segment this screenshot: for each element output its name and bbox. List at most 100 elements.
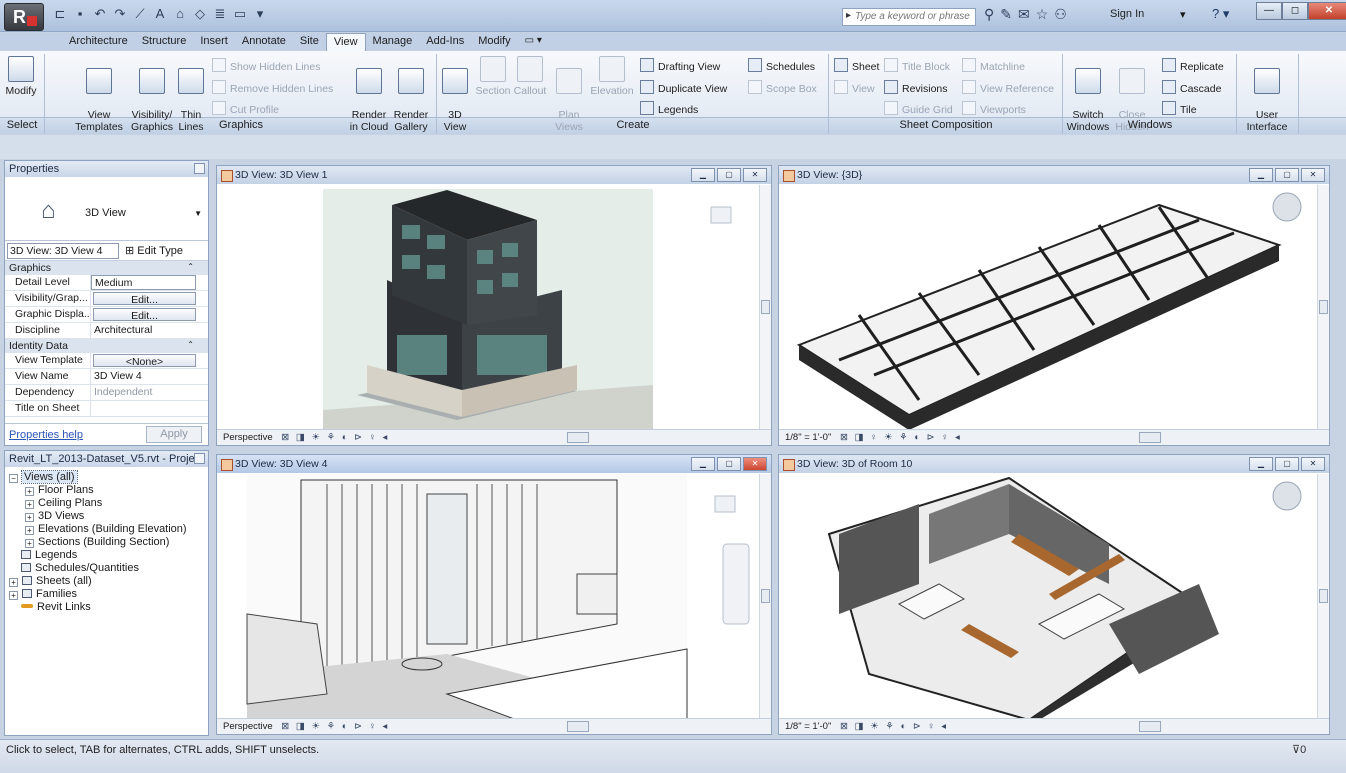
close-hidden-icon[interactable]: ▭	[232, 6, 248, 22]
duplicate-view-button[interactable]: Duplicate View	[640, 80, 727, 95]
3d-icon[interactable]: ⌂	[172, 6, 188, 22]
view-scale[interactable]: Perspective	[223, 721, 273, 732]
save-icon[interactable]: ▪	[72, 6, 88, 22]
vertical-scrollbar[interactable]	[759, 474, 771, 718]
tab-add-ins[interactable]: Add-Ins	[419, 33, 471, 51]
view-scale[interactable]: 1/8" = 1'-0"	[785, 432, 831, 443]
close-icon[interactable]: ✕	[743, 168, 767, 182]
tab-modify[interactable]: Modify	[471, 33, 517, 51]
graphics-panel-label[interactable]: Graphics	[46, 119, 436, 131]
elevation-button[interactable]: Elevation	[590, 56, 634, 97]
scroll-thumb[interactable]	[761, 300, 770, 314]
binoculars-icon[interactable]: ⚲	[984, 6, 994, 23]
cascade-button[interactable]: Cascade	[1162, 80, 1221, 95]
restore-icon[interactable]: ▢	[717, 457, 741, 471]
tab-insert[interactable]: Insert	[193, 33, 235, 51]
expand-icon[interactable]: +	[9, 591, 18, 600]
collapse-icon[interactable]: −	[9, 474, 18, 483]
view-canvas[interactable]	[779, 185, 1317, 429]
dock-close-icon[interactable]	[194, 453, 205, 464]
view-reference-button[interactable]: View Reference	[962, 80, 1054, 95]
search-input[interactable]: Type a keyword or phrase	[842, 8, 976, 26]
open-icon[interactable]: ⊏	[52, 6, 68, 22]
view-canvas[interactable]	[779, 474, 1317, 718]
view-control-icons[interactable]: ⊠ ◨ ☀ ⚘ ◐ ⊳ ♀ ◂	[281, 432, 389, 443]
tree-item-revit-links[interactable]: Revit Links	[9, 601, 208, 614]
matchline-button[interactable]: Matchline	[962, 58, 1025, 73]
restore-icon[interactable]: ▢	[1275, 168, 1299, 182]
measure-icon[interactable]: ⟋	[132, 6, 148, 22]
drafting-view-button[interactable]: Drafting View	[640, 58, 720, 73]
tree-item-3d-views[interactable]: +3D Views	[9, 510, 208, 523]
view-titlebar[interactable]: 3D View: 3D View 1 ▁ ▢ ✕	[217, 166, 771, 184]
tree-item-families[interactable]: + Families	[9, 588, 208, 601]
tab-architecture[interactable]: Architecture	[62, 33, 135, 51]
apply-button[interactable]: Apply	[146, 426, 202, 443]
guide-grid-button[interactable]: Guide Grid	[884, 101, 953, 116]
edit-type-button[interactable]: ⊞ Edit Type	[125, 244, 183, 257]
tree-item-elevations[interactable]: + Elevations (Building Elevation)	[9, 523, 208, 536]
tree-item-legends[interactable]: Legends	[9, 549, 208, 562]
tree-item-sheets[interactable]: + Sheets (all)	[9, 575, 208, 588]
sign-in-dropdown-icon[interactable]: ▾	[1180, 8, 1186, 21]
instance-selector[interactable]: 3D View: 3D View 4	[7, 243, 119, 259]
ribbon-options-icon[interactable]: ▭ ▾	[518, 33, 549, 51]
title-on-sheet-field[interactable]	[91, 401, 208, 416]
tree-item-floor-plans[interactable]: + Floor Plans	[9, 484, 208, 497]
minimize-icon[interactable]: ▁	[1249, 457, 1273, 471]
expand-icon[interactable]: +	[9, 578, 18, 587]
close-icon[interactable]: ✕	[1301, 457, 1325, 471]
scroll-thumb[interactable]	[1319, 589, 1328, 603]
view-window-3d[interactable]: 3D View: {3D} ▁ ▢ ✕ 1/8" = 1'-0" ⊠ ◨ ♀ ☀ ⚘…	[778, 165, 1330, 446]
vertical-scrollbar[interactable]	[759, 185, 771, 429]
tile-button[interactable]: Tile	[1162, 101, 1197, 116]
legends-button[interactable]: Legends	[640, 101, 698, 116]
tab-annotate[interactable]: Annotate	[235, 33, 293, 51]
close-icon[interactable]: ✕	[1301, 168, 1325, 182]
horizontal-scroll-thumb[interactable]	[1139, 721, 1161, 732]
scroll-thumb[interactable]	[761, 589, 770, 603]
minimize-icon[interactable]: ▁	[691, 457, 715, 471]
favorites-icon[interactable]: ☆	[1036, 6, 1049, 23]
thin-lines-icon[interactable]: ≣	[212, 6, 228, 22]
modify-button[interactable]: Modify	[2, 56, 40, 97]
minimize-icon[interactable]: ▁	[691, 168, 715, 182]
type-selector[interactable]: ⌂ 3D View ▼	[5, 177, 208, 241]
windows-panel-label[interactable]: Windows	[1064, 119, 1236, 131]
sheet-composition-panel-label[interactable]: Sheet Composition	[830, 119, 1062, 131]
remove-hidden-lines-button[interactable]: Remove Hidden Lines	[212, 80, 333, 95]
horizontal-scroll-thumb[interactable]	[567, 432, 589, 443]
view-control-icons[interactable]: ⊠ ◨ ☀ ⚘ ◐ ⊳ ♀ ◂	[281, 721, 389, 732]
group-header-graphics[interactable]: Graphics ⌃	[5, 261, 208, 275]
tree-item-schedules[interactable]: Schedules/Quantities	[9, 562, 208, 575]
view-name-field[interactable]: 3D View 4	[91, 369, 208, 384]
collapse-icon[interactable]: ⌃	[187, 340, 194, 349]
view-scale[interactable]: Perspective	[223, 432, 273, 443]
sheet-button[interactable]: Sheet	[834, 58, 879, 73]
collapse-icon[interactable]: ⌃	[187, 262, 194, 271]
view-scale[interactable]: 1/8" = 1'-0"	[785, 721, 831, 732]
tab-site[interactable]: Site	[293, 33, 326, 51]
cut-profile-button[interactable]: Cut Profile	[212, 101, 279, 116]
properties-help-link[interactable]: Properties help	[9, 429, 83, 441]
dock-close-icon[interactable]	[194, 163, 205, 174]
expand-icon[interactable]: +	[25, 513, 34, 522]
selection-filter[interactable]: ⊽0	[1292, 743, 1306, 756]
view-window-3d-view-4[interactable]: 3D View: 3D View 4 ▁ ▢ ✕ Perspective ⊠ ◨…	[216, 454, 772, 735]
view-titlebar[interactable]: 3D View: 3D of Room 10 ▁ ▢ ✕	[779, 455, 1329, 473]
close-icon[interactable]: ✕	[743, 457, 767, 471]
expand-icon[interactable]: +	[25, 500, 34, 509]
vertical-scrollbar[interactable]	[1317, 185, 1329, 429]
view-titlebar[interactable]: 3D View: 3D View 4 ▁ ▢ ✕	[217, 455, 771, 473]
tab-structure[interactable]: Structure	[135, 33, 194, 51]
minimize-icon[interactable]: —	[1256, 2, 1282, 20]
horizontal-scroll-thumb[interactable]	[567, 721, 589, 732]
create-panel-label[interactable]: Create	[438, 119, 828, 131]
subscription-icon[interactable]: ✎	[1000, 6, 1012, 23]
expand-icon[interactable]: +	[25, 487, 34, 496]
communication-icon[interactable]: ✉	[1018, 6, 1030, 23]
detail-level-field[interactable]: Medium	[91, 275, 196, 290]
callout-button[interactable]: Callout	[512, 56, 548, 97]
close-icon[interactable]: ✕	[1308, 2, 1346, 20]
view-canvas[interactable]	[217, 185, 759, 429]
